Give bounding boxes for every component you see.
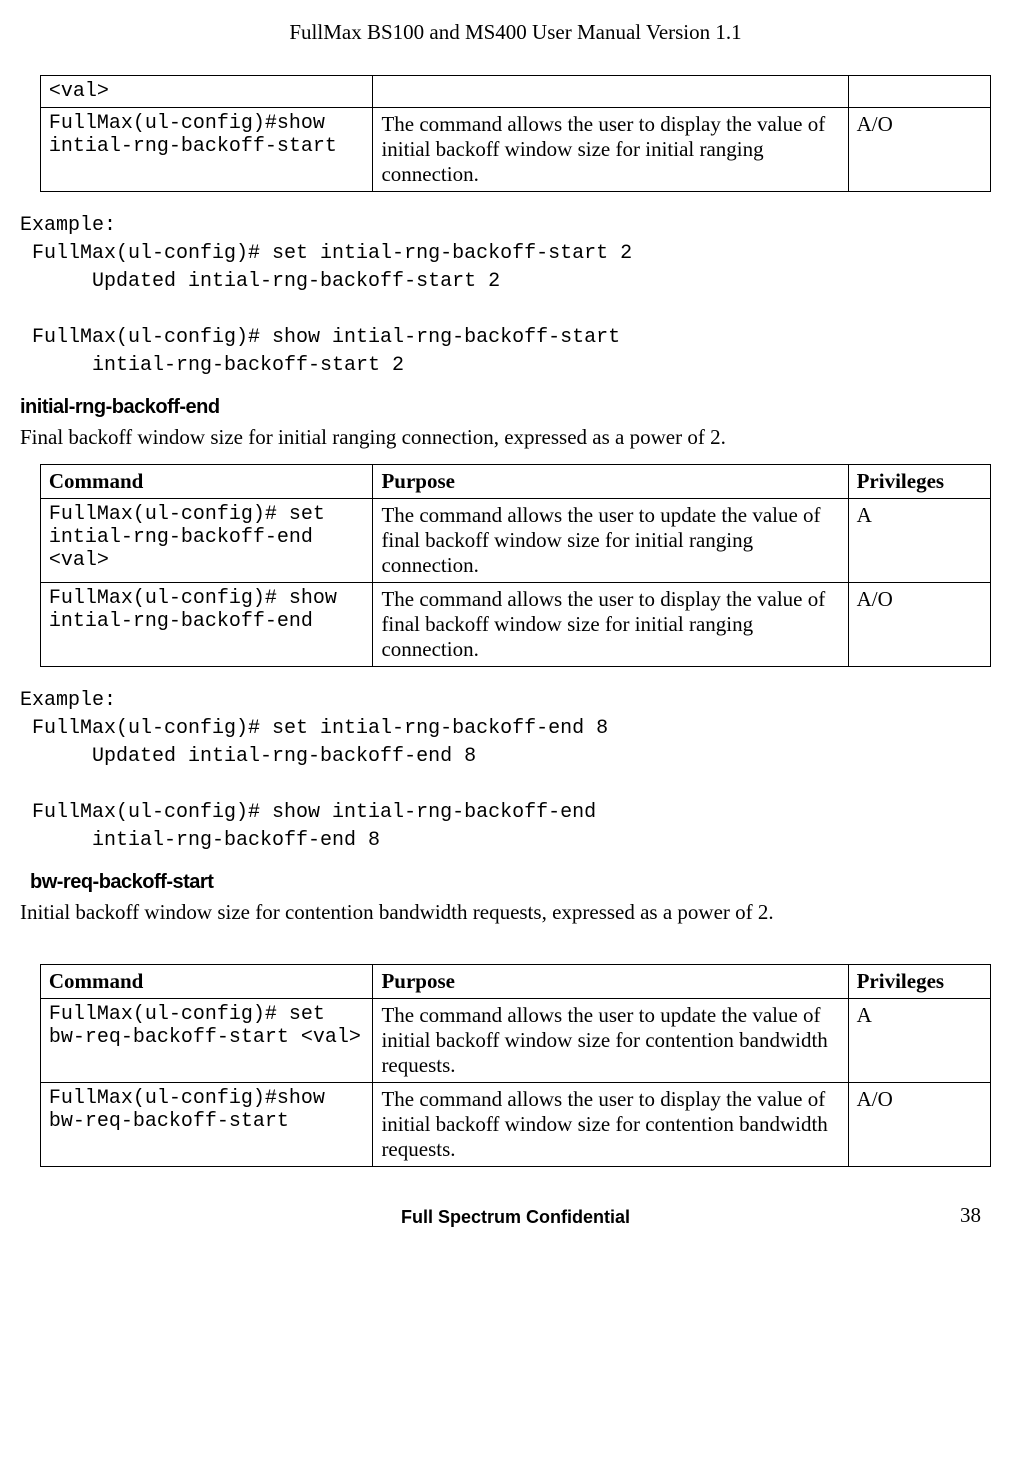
cell-purpose: The command allows the user to display t… — [373, 583, 848, 667]
cell-command: FullMax(ul-config)#show intial-rng-backo… — [40, 108, 373, 192]
table-row: FullMax(ul-config)#show intial-rng-backo… — [40, 108, 990, 192]
example-block: Example: FullMax(ul-config)# set intial-… — [20, 212, 1011, 380]
command-table-initial-rng-backoff-end: Command Purpose Privileges FullMax(ul-co… — [40, 464, 991, 667]
col-header-command: Command — [40, 465, 373, 499]
cell-privileges: A/O — [848, 108, 991, 192]
page-number: 38 — [960, 1203, 981, 1228]
cell-privileges: A — [848, 499, 991, 583]
cell-privileges: A — [848, 999, 991, 1083]
col-header-purpose: Purpose — [373, 465, 848, 499]
cell-command: FullMax(ul-config)# show intial-rng-back… — [40, 583, 373, 667]
cell-purpose: The command allows the user to display t… — [373, 108, 848, 192]
command-table-continuation: <val> FullMax(ul-config)#show intial-rng… — [40, 75, 991, 192]
cell-privileges — [848, 76, 991, 108]
table-header-row: Command Purpose Privileges — [40, 465, 990, 499]
table-row: FullMax(ul-config)# set intial-rng-backo… — [40, 499, 990, 583]
example-block: Example: FullMax(ul-config)# set intial-… — [20, 687, 1011, 855]
table-row: FullMax(ul-config)# set bw-req-backoff-s… — [40, 999, 990, 1083]
page-header: FullMax BS100 and MS400 User Manual Vers… — [20, 20, 1011, 45]
section-heading-bw-req-backoff-start: bw-req-backoff-start — [30, 871, 1011, 894]
cell-command: FullMax(ul-config)# set intial-rng-backo… — [40, 499, 373, 583]
cell-command: FullMax(ul-config)#show bw-req-backoff-s… — [40, 1083, 373, 1167]
section-description: Initial backoff window size for contenti… — [20, 900, 1011, 925]
table-row: FullMax(ul-config)# show intial-rng-back… — [40, 583, 990, 667]
col-header-privileges: Privileges — [848, 465, 991, 499]
cell-purpose — [373, 76, 848, 108]
cell-purpose: The command allows the user to display t… — [373, 1083, 848, 1167]
footer-confidential: Full Spectrum Confidential — [401, 1207, 630, 1227]
cell-command: <val> — [40, 76, 373, 108]
command-table-bw-req-backoff-start: Command Purpose Privileges FullMax(ul-co… — [40, 964, 991, 1167]
col-header-privileges: Privileges — [848, 965, 991, 999]
cell-privileges: A/O — [848, 583, 991, 667]
col-header-command: Command — [40, 965, 373, 999]
section-heading-initial-rng-backoff-end: initial-rng-backoff-end — [20, 396, 1011, 419]
cell-privileges: A/O — [848, 1083, 991, 1167]
table-row: FullMax(ul-config)#show bw-req-backoff-s… — [40, 1083, 990, 1167]
cell-purpose: The command allows the user to update th… — [373, 999, 848, 1083]
page-footer: Full Spectrum Confidential 38 — [20, 1207, 1011, 1228]
table-row: <val> — [40, 76, 990, 108]
cell-purpose: The command allows the user to update th… — [373, 499, 848, 583]
cell-command: FullMax(ul-config)# set bw-req-backoff-s… — [40, 999, 373, 1083]
col-header-purpose: Purpose — [373, 965, 848, 999]
section-description: Final backoff window size for initial ra… — [20, 425, 1011, 450]
table-header-row: Command Purpose Privileges — [40, 965, 990, 999]
